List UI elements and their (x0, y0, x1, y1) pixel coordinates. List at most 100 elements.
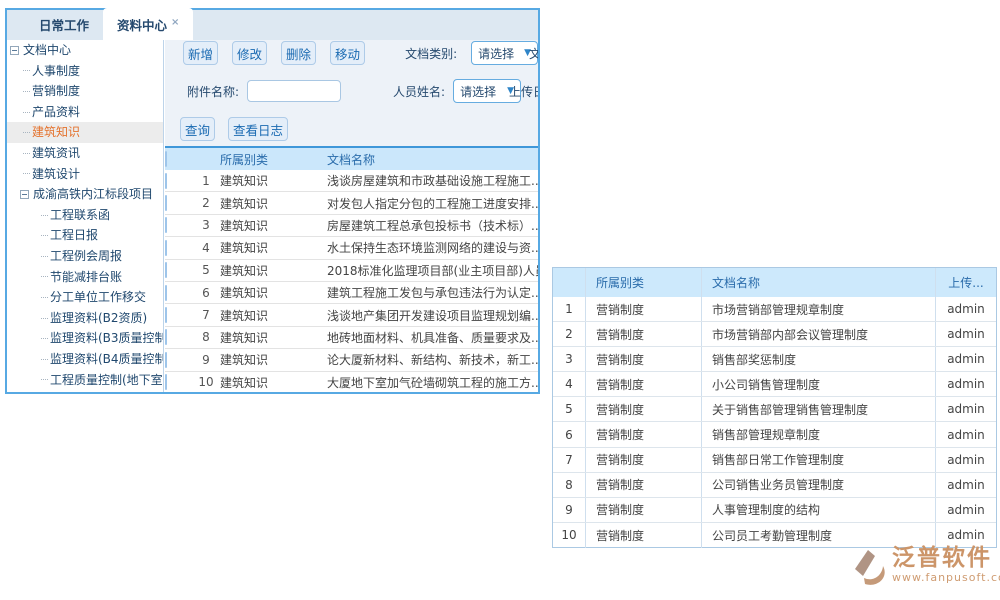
table-row[interactable]: 4营销制度小公司销售管理制度admin (553, 372, 996, 397)
tree-item-label: 监理资料(B3质量控制) (50, 328, 164, 349)
tree-item-工程例会周报[interactable]: 工程例会周报 (7, 246, 163, 267)
tree-connector (23, 91, 30, 92)
tree-item-节能减排台账[interactable]: 节能减排台账 (7, 267, 163, 288)
table-row[interactable]: 3建筑知识房屋建筑工程总承包投标书（技术标）... (165, 215, 538, 237)
tree-item-工程质量控制(地下室)[interactable]: 工程质量控制(地下室) (7, 370, 163, 391)
brand-name: 泛普软件 (892, 545, 1000, 571)
tree-project-node[interactable]: 成渝高铁内江标段项目 (7, 184, 163, 205)
action-button-修改[interactable]: 修改 (232, 41, 267, 65)
tree-connector (41, 338, 48, 339)
table-row[interactable]: 7营销制度销售部日常工作管理制度admin (553, 448, 996, 473)
checkbox-cell (165, 241, 192, 255)
search-button[interactable]: 查询 (180, 117, 215, 141)
tree-item-label: 监理资料(B2资质) (50, 308, 147, 329)
filter-toolbar: 附件名称: 人员姓名: 请选择 ▼ 上传日期 (165, 79, 538, 103)
row-uploader: admin (936, 372, 996, 396)
table-row[interactable]: 6建筑知识建筑工程施工发包与承包违法行为认定... (165, 282, 538, 304)
doc-category-select[interactable]: 请选择 ▼ (471, 41, 538, 65)
collapse-icon[interactable] (20, 190, 29, 199)
tree-item-监理资料(B3质量控制)[interactable]: 监理资料(B3质量控制) (7, 328, 163, 349)
row-category: 建筑知识 (220, 195, 327, 212)
table-row[interactable]: 9建筑知识论大厦新材料、新结构、新技术，新工... (165, 349, 538, 371)
tree-item-label: 文档中心 (23, 40, 71, 61)
row-checkbox[interactable] (165, 195, 167, 211)
tab-日常工作[interactable]: 日常工作 (25, 8, 103, 40)
row-doc-name: 建筑工程施工发包与承包违法行为认定... (327, 284, 538, 301)
tree-connector (41, 359, 48, 360)
table-row[interactable]: 7建筑知识浅谈地产集团开发建设项目监理规划编... (165, 304, 538, 326)
action-toolbar: 新增修改删除移动 文档类别: 请选择 ▼ 文档 (165, 41, 538, 65)
tree-connector (41, 297, 48, 298)
row-category: 建筑知识 (220, 374, 327, 391)
row-checkbox[interactable] (165, 262, 167, 278)
table-row[interactable]: 1建筑知识浅谈房屋建筑和市政基础设施工程施工... (165, 170, 538, 192)
row-checkbox[interactable] (165, 307, 167, 323)
table-row[interactable]: 8建筑知识地砖地面材料、机具准备、质量要求及... (165, 327, 538, 349)
content-panel: 新增修改删除移动 文档类别: 请选择 ▼ 文档 附件名称: 人员姓名: 请选择 … (165, 40, 538, 392)
tree-item-分工单位工作移交[interactable]: 分工单位工作移交 (7, 287, 163, 308)
table-row[interactable]: 6营销制度销售部管理规章制度admin (553, 422, 996, 447)
tree-connector (41, 235, 48, 236)
row-doc-name: 销售部管理规章制度 (702, 422, 936, 446)
tree-item-监理资料(B2资质)[interactable]: 监理资料(B2资质) (7, 308, 163, 329)
tree-root-doc-center[interactable]: 文档中心 (7, 40, 163, 61)
table-row[interactable]: 2建筑知识对发包人指定分包的工程施工进度安排... (165, 192, 538, 214)
action-button-移动[interactable]: 移动 (330, 41, 365, 65)
row-number: 10 (192, 375, 220, 389)
table-row[interactable]: 4建筑知识水土保持生态环境监测网络的建设与资... (165, 237, 538, 259)
action-button-删除[interactable]: 删除 (281, 41, 316, 65)
table-row[interactable]: 1营销制度市场营销部管理规章制度admin (553, 297, 996, 322)
upload-date-label-clipped: 上传日期 (509, 83, 538, 100)
row-number: 5 (553, 397, 586, 421)
table-row[interactable]: 9营销制度人事管理制度的结构admin (553, 498, 996, 523)
tree-item-监理资料(B4质量控制)[interactable]: 监理资料(B4质量控制) (7, 349, 163, 370)
right-table-header: 所属别类 文档名称 上传... (553, 268, 996, 297)
action-button-新增[interactable]: 新增 (183, 41, 218, 65)
document-table-header: 所属别类 文档名称 (165, 148, 538, 170)
category-header: 所属别类 (220, 151, 327, 168)
document-center-window: 日常工作资料中心× 文档中心人事制度营销制度产品资料建筑知识建筑资讯建筑设计成渝… (5, 8, 540, 394)
row-checkbox[interactable] (165, 173, 167, 189)
table-row[interactable]: 2营销制度市场营销部内部会议管理制度admin (553, 322, 996, 347)
row-category: 营销制度 (586, 448, 702, 472)
tree-item-人事制度[interactable]: 人事制度 (7, 61, 163, 82)
view-log-button[interactable]: 查看日志 (228, 117, 288, 141)
row-checkbox[interactable] (165, 285, 167, 301)
tree-item-工程日报[interactable]: 工程日报 (7, 225, 163, 246)
row-number-header (553, 268, 586, 297)
category-header: 所属别类 (586, 268, 702, 297)
select-all-checkbox[interactable] (165, 151, 167, 167)
name-header: 文档名称 (327, 151, 538, 168)
row-category: 营销制度 (586, 347, 702, 371)
table-row[interactable]: 5营销制度关于销售部管理销售管理制度admin (553, 397, 996, 422)
marketing-documents-table: 所属别类 文档名称 上传... 1营销制度市场营销部管理规章制度admin2营销… (552, 267, 997, 548)
table-row[interactable]: 3营销制度销售部奖惩制度admin (553, 347, 996, 372)
row-checkbox[interactable] (165, 217, 167, 233)
tree-item-工程联系函[interactable]: 工程联系函 (7, 205, 163, 226)
tree-item-clipped[interactable]: 工程质量控制 (7, 390, 163, 392)
tree-item-产品资料[interactable]: 产品资料 (7, 102, 163, 123)
tree-item-label: 工程日报 (50, 225, 98, 246)
close-icon[interactable]: × (171, 17, 179, 28)
table-row[interactable]: 5建筑知识2018标准化监理项目部(业主项目部)人员... (165, 260, 538, 282)
attachment-input[interactable] (247, 80, 341, 102)
tree-item-营销制度[interactable]: 营销制度 (7, 81, 163, 102)
row-uploader: admin (936, 448, 996, 472)
row-category: 建筑知识 (220, 351, 327, 368)
row-checkbox[interactable] (165, 329, 167, 345)
table-row[interactable]: 8营销制度公司销售业务员管理制度admin (553, 473, 996, 498)
table-row[interactable]: 10建筑知识大厦地下室加气砼墙砌筑工程的施工方... (165, 372, 538, 392)
row-number: 4 (553, 372, 586, 396)
tree-item-label: 成渝高铁内江标段项目 (33, 184, 153, 205)
row-number: 8 (553, 473, 586, 497)
query-toolbar: 查询 查看日志 (165, 117, 538, 141)
row-checkbox[interactable] (165, 374, 167, 390)
tree-item-建筑设计[interactable]: 建筑设计 (7, 164, 163, 185)
row-number: 1 (553, 297, 586, 321)
tree-item-建筑知识[interactable]: 建筑知识 (7, 122, 163, 143)
row-checkbox[interactable] (165, 352, 167, 368)
row-checkbox[interactable] (165, 240, 167, 256)
tab-资料中心[interactable]: 资料中心× (103, 8, 193, 40)
collapse-icon[interactable] (10, 46, 19, 55)
tree-item-建筑资讯[interactable]: 建筑资讯 (7, 143, 163, 164)
